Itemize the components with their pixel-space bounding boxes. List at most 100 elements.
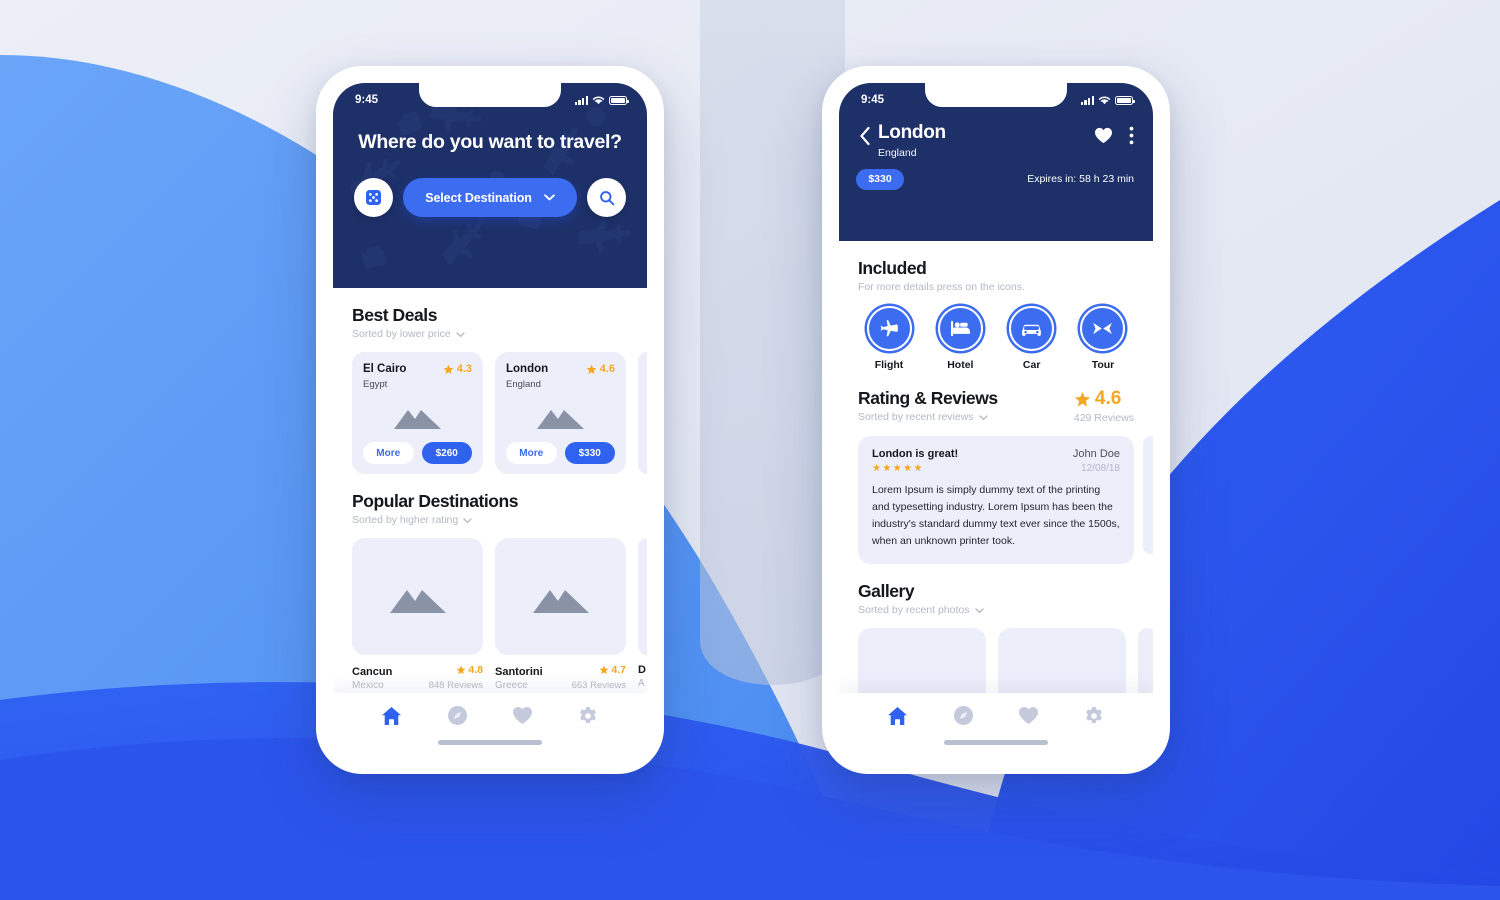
popular-destinations-carousel[interactable]: Cancun 4.8 Mexico 848 Reviews Santorini … <box>333 538 647 691</box>
popular-destinations-header: Popular Destinations Sorted by higher ra… <box>333 491 647 526</box>
gear-icon <box>1086 706 1103 723</box>
wifi-icon <box>592 96 605 105</box>
tab-explore[interactable] <box>446 704 469 727</box>
status-bar: 9:45 <box>333 83 647 113</box>
wifi-icon <box>1098 96 1111 105</box>
review-stars: ★★★★★ <box>872 463 924 474</box>
destination-name: D <box>638 664 646 676</box>
tab-settings[interactable] <box>577 704 600 727</box>
deal-card[interactable]: London England 4.6 More $330 <box>495 352 626 474</box>
gallery-sort[interactable]: Sorted by recent photos <box>858 604 1134 616</box>
home-indicator <box>438 740 542 745</box>
battery-icon <box>1115 95 1135 105</box>
battery-icon <box>609 95 629 105</box>
home-icon <box>888 706 908 725</box>
home-indicator <box>944 740 1048 745</box>
included-item-hotel[interactable]: Hotel <box>929 306 991 371</box>
included-item-car[interactable]: Car <box>1001 306 1063 371</box>
car-icon <box>1022 324 1042 336</box>
rating-title: Rating & Reviews <box>858 388 998 408</box>
best-deals-header: Best Deals Sorted by lower price <box>333 305 647 340</box>
included-subtitle: For more details press on the icons. <box>858 281 1134 293</box>
deal-price-button[interactable]: $330 <box>564 442 615 464</box>
tab-home[interactable] <box>380 704 403 727</box>
best-deals-carousel[interactable]: El Cairo Egypt 4.3 More $260 London Engl… <box>333 352 647 474</box>
included-label: Hotel <box>947 359 974 371</box>
rating-score: 4.6 <box>1074 388 1134 410</box>
included-label: Flight <box>874 359 904 371</box>
deal-more-button[interactable]: More <box>506 442 557 464</box>
destination-card[interactable]: Santorini 4.7 Greece 663 Reviews <box>495 538 626 691</box>
detail-content: Included For more details press on the i… <box>839 258 1153 757</box>
destination-rating: 4.8 <box>456 664 483 676</box>
heart-icon <box>513 707 533 724</box>
gallery-sort-label: Sorted by recent photos <box>858 604 970 616</box>
deal-card-peek[interactable] <box>638 352 647 474</box>
bed-icon <box>950 320 970 337</box>
destination-rating-value: 4.7 <box>611 664 626 676</box>
destination-country: Greece <box>495 680 528 691</box>
destination-card[interactable]: Cancun 4.8 Mexico 848 Reviews <box>352 538 483 691</box>
phone-mockup-detail: 9:45 London England $330 Expires in: 58 … <box>822 66 1170 774</box>
heart-icon[interactable] <box>1094 127 1113 144</box>
destination-thumbnail <box>352 538 483 655</box>
popular-destinations-sort[interactable]: Sorted by higher rating <box>352 514 628 526</box>
deal-price-button[interactable]: $260 <box>421 442 472 464</box>
mountain-placeholder-icon <box>537 409 584 429</box>
deal-rating: 4.6 <box>586 363 615 375</box>
chevron-down-icon <box>978 414 988 420</box>
included-item-flight[interactable]: Flight <box>858 306 920 371</box>
rating-review-count: 429 Reviews <box>1073 412 1134 424</box>
tab-settings[interactable] <box>1083 704 1106 727</box>
destination-card-peek[interactable]: D A <box>638 538 647 691</box>
tab-favorites[interactable] <box>1017 704 1040 727</box>
deal-more-button[interactable]: More <box>363 442 414 464</box>
detail-title: London <box>878 122 946 143</box>
search-button[interactable] <box>587 178 626 217</box>
best-deals-sort[interactable]: Sorted by lower price <box>352 328 628 340</box>
included-item-tour[interactable]: Tour <box>1072 306 1134 371</box>
included-label: Tour <box>1091 359 1115 371</box>
tab-explore[interactable] <box>952 704 975 727</box>
chevron-left-icon[interactable] <box>856 125 874 147</box>
destination-country: A <box>638 678 645 689</box>
tab-home[interactable] <box>886 704 909 727</box>
chevron-down-icon <box>974 607 984 613</box>
deal-rating: 4.3 <box>443 363 472 375</box>
best-deals-title: Best Deals <box>352 305 437 325</box>
tab-favorites[interactable] <box>511 704 534 727</box>
airplane-icon <box>880 320 898 337</box>
star-icon <box>599 665 609 675</box>
deal-name: El Cairo <box>363 363 407 375</box>
destination-name: Cancun <box>352 666 393 678</box>
destination-reviews: 663 Reviews <box>571 680 626 691</box>
phone-mockup-home: 9:45 Where do you want to travel? Select… <box>316 66 664 774</box>
flight-icon-circle <box>866 306 912 351</box>
status-time: 9:45 <box>355 94 379 106</box>
detail-price-badge[interactable]: $330 <box>856 168 904 190</box>
destination-reviews: 848 Reviews <box>428 680 483 691</box>
destination-country: Mexico <box>352 680 384 691</box>
more-vertical-icon[interactable] <box>1129 126 1134 145</box>
reviews-carousel[interactable]: London is great! ★★★★★ John Doe 12/08/18… <box>839 436 1153 564</box>
included-icons-row: Flight Hotel Car Tour <box>839 306 1153 371</box>
chevron-down-icon <box>463 517 472 523</box>
deal-country: England <box>506 379 541 391</box>
rating-sort[interactable]: Sorted by recent reviews <box>858 411 998 423</box>
car-icon-circle <box>1009 306 1055 351</box>
review-card-peek[interactable] <box>1143 436 1153 554</box>
review-card[interactable]: London is great! ★★★★★ John Doe 12/08/18… <box>858 436 1134 564</box>
star-icon <box>1074 391 1090 406</box>
select-destination-dropdown[interactable]: Select Destination <box>403 178 577 217</box>
heart-icon <box>1019 707 1039 724</box>
screen-detail: 9:45 London England $330 Expires in: 58 … <box>839 83 1153 757</box>
detail-expires-text: Expires in: 58 h 23 min <box>1027 173 1134 186</box>
included-header: Included For more details press on the i… <box>839 258 1153 293</box>
chevron-down-icon <box>543 194 555 201</box>
star-icon <box>443 364 454 374</box>
deal-card[interactable]: El Cairo Egypt 4.3 More $260 <box>352 352 483 474</box>
home-content: Best Deals Sorted by lower price El Cair… <box>333 305 647 757</box>
shuffle-destination-button[interactable] <box>354 178 393 217</box>
star-icon <box>586 364 597 374</box>
deal-name: London <box>506 363 549 375</box>
